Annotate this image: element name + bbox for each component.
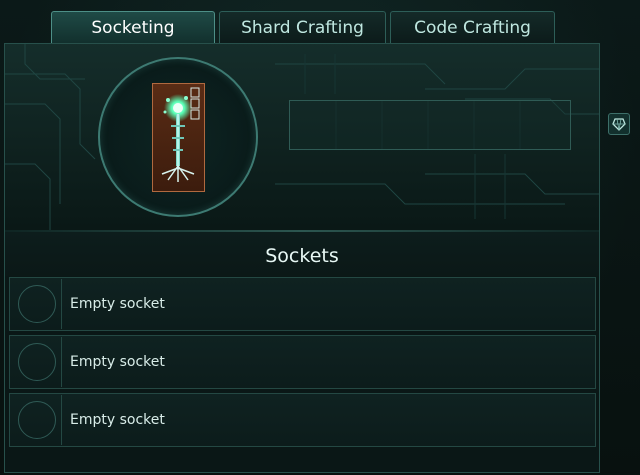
frame-grid-decoration xyxy=(335,101,521,149)
socket-row-3[interactable]: Empty socket xyxy=(9,393,596,447)
socket-row-2[interactable]: Empty socket xyxy=(9,335,596,389)
item-stats-frame xyxy=(289,100,571,150)
tab-code-crafting[interactable]: Code Crafting xyxy=(390,11,555,43)
empty-socket-icon xyxy=(18,285,56,323)
sockets-title: Sockets xyxy=(5,232,599,276)
gem-icon-glyph xyxy=(612,118,626,131)
socket-slot[interactable] xyxy=(11,337,62,387)
tab-shard-crafting[interactable]: Shard Crafting xyxy=(219,11,386,43)
socket-slot[interactable] xyxy=(11,395,62,445)
empty-socket-icon xyxy=(18,401,56,439)
empty-socket-icon xyxy=(18,343,56,381)
socket-row-1[interactable]: Empty socket xyxy=(9,277,596,331)
socket-label: Empty socket xyxy=(70,354,165,370)
item-preview-area xyxy=(5,44,599,230)
item-artwork xyxy=(161,87,200,182)
gem-icon[interactable] xyxy=(608,113,630,135)
socket-label: Empty socket xyxy=(70,296,165,312)
socket-label: Empty socket xyxy=(70,412,165,428)
socket-slot[interactable] xyxy=(11,279,62,329)
socketing-panel: Sockets Empty socket Empty socket Empty … xyxy=(4,43,600,473)
tab-socketing[interactable]: Socketing xyxy=(51,11,215,43)
circuit-totem-icon[interactable] xyxy=(152,83,205,192)
